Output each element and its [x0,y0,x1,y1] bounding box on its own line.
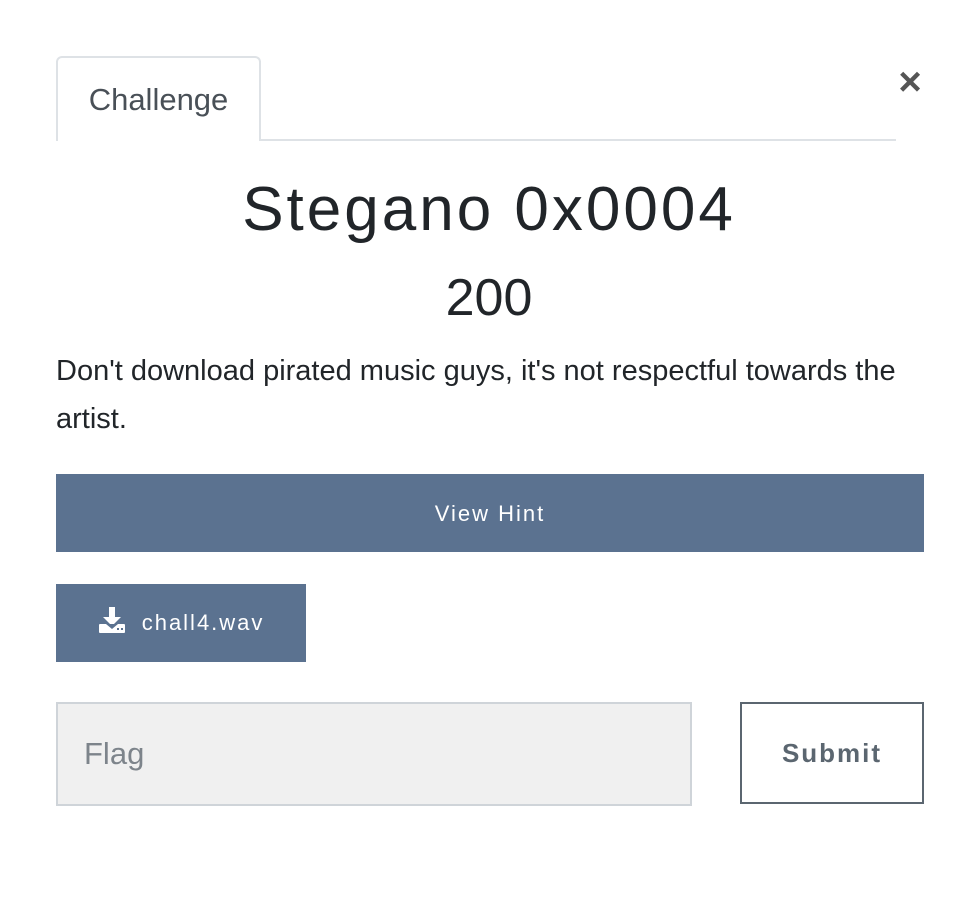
download-icon [98,588,126,633]
file-name: chall4.wav [141,610,265,635]
close-icon: × [898,60,922,104]
challenge-title: Stegano 0x0004 [242,175,736,244]
tab-bar: Challenge [56,56,896,141]
file-download-button[interactable]: chall4.wav [56,584,306,662]
submit-button[interactable]: Submit [740,702,924,804]
challenge-description: Don't download pirated music guys, it's … [56,355,896,435]
submit-label: Submit [781,737,883,768]
active-tab-indicator [58,137,259,141]
tab-challenge-label: Challenge [88,82,229,117]
close-button[interactable]: × [890,60,930,104]
tab-challenge[interactable]: Challenge [56,56,261,139]
challenge-modal: × Challenge Stegano 0x0004 200 Don't dow… [0,0,978,900]
view-hint-button[interactable]: View Hint [56,474,924,552]
flag-input[interactable] [56,702,692,806]
challenge-points: 200 [445,269,533,327]
view-hint-label: View Hint [434,501,546,526]
